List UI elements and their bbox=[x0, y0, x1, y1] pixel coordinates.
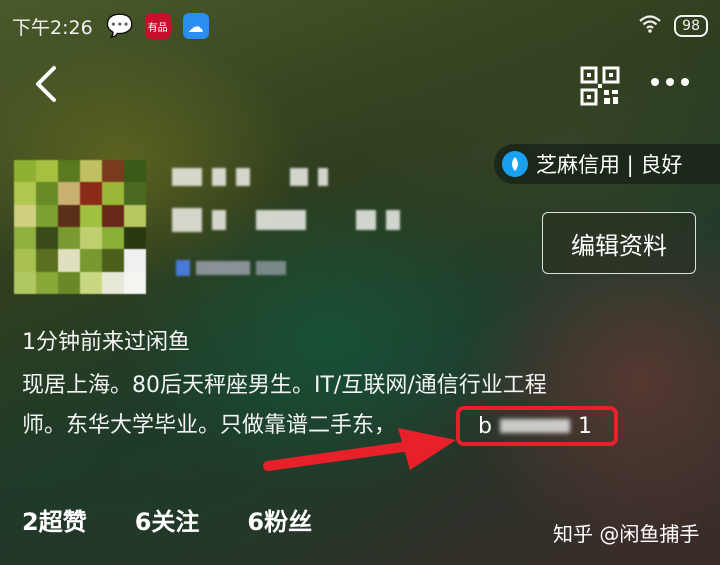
status-right: 98 bbox=[638, 14, 708, 39]
stats-row: 2超赞 6关注 6粉丝 bbox=[22, 502, 312, 537]
cloud-icon: ☁ bbox=[182, 13, 209, 39]
highlight-box: b 1 bbox=[456, 406, 618, 446]
stat-followers[interactable]: 6粉丝 bbox=[247, 502, 312, 537]
credit-label: 芝麻信用 | 良好 bbox=[536, 153, 683, 177]
zhima-icon bbox=[502, 151, 528, 177]
highlight-prefix: b bbox=[478, 413, 492, 439]
highlight-suffix: 1 bbox=[577, 413, 592, 439]
wechat-icon: 💬 bbox=[105, 13, 134, 39]
red-arrow-icon bbox=[263, 428, 456, 471]
battery-indicator: 98 bbox=[674, 15, 708, 37]
qr-code-icon bbox=[580, 66, 620, 106]
highlight-blur bbox=[499, 419, 570, 433]
bio-line-1: 现居上海。80后天秤座男生。IT/互联网/通信行业工程 bbox=[22, 373, 547, 398]
username-blurred bbox=[172, 164, 372, 190]
userid-blurred bbox=[176, 260, 286, 276]
watermark: 知乎 @闲鱼捕手 bbox=[553, 522, 700, 546]
more-dots-icon bbox=[651, 78, 689, 86]
more-button[interactable] bbox=[645, 64, 695, 104]
status-bar: 下午2:26 💬 有品 ☁ 98 bbox=[0, 0, 720, 52]
userinfo-blurred bbox=[172, 208, 400, 232]
credit-badge[interactable]: 芝麻信用 | 良好 bbox=[494, 144, 720, 184]
qr-code-button[interactable] bbox=[580, 66, 620, 106]
avatar[interactable] bbox=[14, 160, 146, 294]
wifi-icon bbox=[638, 14, 662, 39]
youpin-icon: 有品 bbox=[144, 13, 171, 39]
stat-likes[interactable]: 2超赞 bbox=[22, 502, 87, 537]
last-seen-text: 1分钟前来过闲鱼 bbox=[22, 330, 190, 355]
back-button[interactable] bbox=[30, 62, 70, 106]
status-time: 下午2:26 bbox=[12, 16, 93, 39]
edit-profile-button[interactable]: 编辑资料 bbox=[542, 212, 696, 274]
stat-following[interactable]: 6关注 bbox=[135, 502, 200, 537]
chevron-left-icon bbox=[36, 66, 56, 102]
